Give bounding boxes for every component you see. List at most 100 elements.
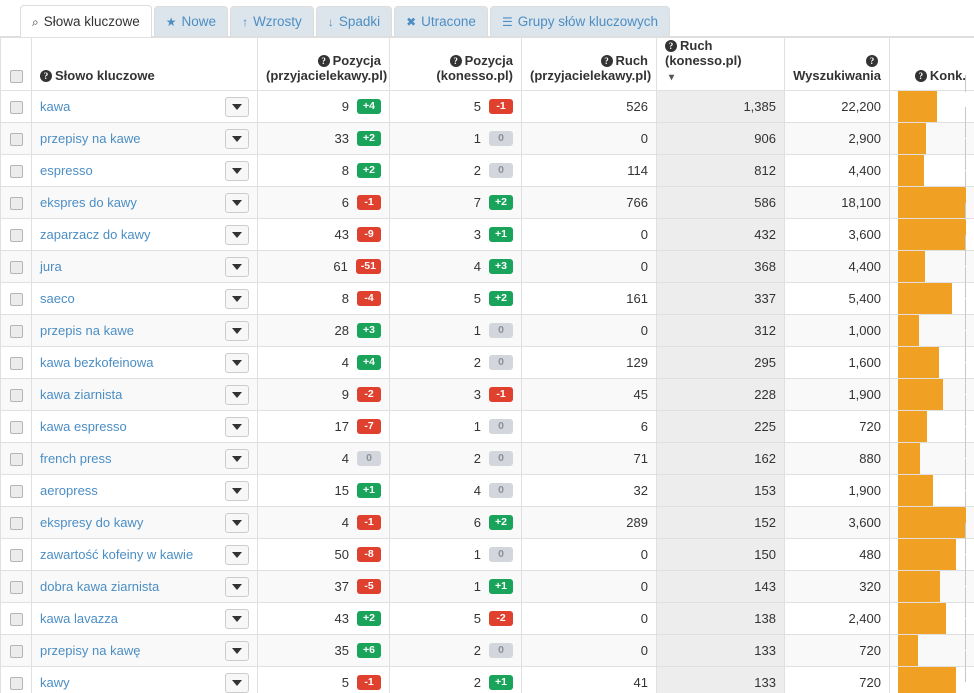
keyword-link[interactable]: kawa bezkofeinowa <box>40 355 153 370</box>
traffic-site-a-cell: 0 <box>522 539 657 571</box>
tab-utracone[interactable]: ✖Utracone <box>394 6 488 36</box>
tab-slowa-kluczowe[interactable]: ⌕Słowa kluczowe <box>20 5 152 37</box>
row-menu-button[interactable] <box>225 193 249 213</box>
keyword-link[interactable]: przepisy na kawę <box>40 643 140 658</box>
row-checkbox[interactable] <box>10 229 23 242</box>
row-menu-button[interactable] <box>225 673 249 693</box>
keyword-link[interactable]: ekspres do kawy <box>40 195 137 210</box>
row-menu-button[interactable] <box>225 609 249 629</box>
row-checkbox[interactable] <box>10 453 23 466</box>
keyword-link[interactable]: kawa espresso <box>40 419 127 434</box>
tab-spadki[interactable]: ↓Spadki <box>316 6 392 36</box>
row-checkbox[interactable] <box>10 677 23 690</box>
column-header-searches[interactable]: ?Wyszukiwania <box>785 38 890 91</box>
column-header-competition[interactable]: ?Konk. <box>890 38 974 91</box>
row-menu-button[interactable] <box>225 129 249 149</box>
row-checkbox[interactable] <box>10 101 23 114</box>
position-value: 37 <box>335 579 349 594</box>
row-menu-button[interactable] <box>225 385 249 405</box>
row-checkbox[interactable] <box>10 517 23 530</box>
keyword-link[interactable]: jura <box>40 259 62 274</box>
help-icon[interactable]: ? <box>601 55 613 67</box>
position-delta-badge: -1 <box>357 515 381 530</box>
row-checkbox[interactable] <box>10 613 23 626</box>
row-checkbox[interactable] <box>10 581 23 594</box>
column-header-traffic-site-b[interactable]: ?Ruch (konesso.pl)▾ <box>657 38 785 91</box>
row-menu-button[interactable] <box>225 481 249 501</box>
row-menu-button[interactable] <box>225 353 249 373</box>
row-menu-button[interactable] <box>225 513 249 533</box>
keyword-link[interactable]: aeropress <box>40 483 98 498</box>
row-menu-button[interactable] <box>225 641 249 661</box>
row-checkbox[interactable] <box>10 645 23 658</box>
keyword-link[interactable]: przepisy na kawe <box>40 131 140 146</box>
position-value: 3 <box>474 227 481 242</box>
keyword-link[interactable]: saeco <box>40 291 75 306</box>
row-checkbox[interactable] <box>10 325 23 338</box>
keyword-link[interactable]: french press <box>40 451 112 466</box>
keyword-link[interactable]: espresso <box>40 163 93 178</box>
row-menu-button[interactable] <box>225 545 249 565</box>
keyword-link[interactable]: kawa ziarnista <box>40 387 122 402</box>
keyword-link[interactable]: kawy <box>40 675 70 690</box>
help-icon[interactable]: ? <box>866 55 878 67</box>
keyword-link[interactable]: kawa <box>40 99 70 114</box>
keyword-link[interactable]: ekspresy do kawy <box>40 515 143 530</box>
keyword-link[interactable]: zawartość kofeiny w kawie <box>40 547 193 562</box>
row-checkbox[interactable] <box>10 549 23 562</box>
row-menu-button[interactable] <box>225 257 249 277</box>
row-select-cell <box>1 571 32 603</box>
position-value: 4 <box>474 259 481 274</box>
row-checkbox[interactable] <box>10 197 23 210</box>
row-menu-button[interactable] <box>225 289 249 309</box>
tab-wzrosty[interactable]: ↑Wzrosty <box>230 6 314 36</box>
row-menu-button[interactable] <box>225 417 249 437</box>
row-menu-button[interactable] <box>225 321 249 341</box>
row-menu-button[interactable] <box>225 449 249 469</box>
position-delta-badge: -9 <box>357 227 381 242</box>
row-menu-button[interactable] <box>225 161 249 181</box>
keyword-link[interactable]: zaparzacz do kawy <box>40 227 151 242</box>
row-checkbox[interactable] <box>10 133 23 146</box>
keywords-table: ?Słowo kluczowe ?Pozycja(przyjacielekawy… <box>0 37 974 693</box>
row-menu-button[interactable] <box>225 225 249 245</box>
row-checkbox[interactable] <box>10 165 23 178</box>
position-value: 5 <box>474 291 481 306</box>
position-site-b-cell: 1+1 <box>390 571 522 603</box>
select-all-checkbox[interactable] <box>10 70 23 83</box>
row-menu-button[interactable] <box>225 577 249 597</box>
keyword-link[interactable]: dobra kawa ziarnista <box>40 579 159 594</box>
column-header-traffic-site-a[interactable]: ?Ruch(przyjacielekawy.pl) <box>522 38 657 91</box>
caret-down-icon <box>232 648 242 654</box>
column-header-position-site-a[interactable]: ?Pozycja(przyjacielekawy.pl) <box>258 38 390 91</box>
help-icon[interactable]: ? <box>915 70 927 82</box>
row-checkbox[interactable] <box>10 485 23 498</box>
help-icon[interactable]: ? <box>450 55 462 67</box>
tab-grupy-slow-kluczowych[interactable]: ☰Grupy słów kluczowych <box>490 6 670 36</box>
keyword-link[interactable]: przepis na kawe <box>40 323 134 338</box>
help-icon[interactable]: ? <box>40 70 52 82</box>
column-header-position-site-b[interactable]: ?Pozycja(konesso.pl) <box>390 38 522 91</box>
row-menu-button[interactable] <box>225 97 249 117</box>
traffic-site-b-cell: 228 <box>657 379 785 411</box>
tab-label: Słowa kluczowe <box>44 15 140 29</box>
column-header-keyword[interactable]: ?Słowo kluczowe <box>32 38 258 91</box>
position-value: 61 <box>333 259 347 274</box>
row-checkbox[interactable] <box>10 357 23 370</box>
tab-label: Spadki <box>339 15 380 29</box>
keyword-link[interactable]: kawa lavazza <box>40 611 118 626</box>
position-site-a-cell: 15+1 <box>258 475 390 507</box>
row-select-cell <box>1 315 32 347</box>
row-checkbox[interactable] <box>10 389 23 402</box>
caret-down-icon <box>232 616 242 622</box>
row-checkbox[interactable] <box>10 293 23 306</box>
traffic-site-b-cell: 138 <box>657 603 785 635</box>
traffic-site-a-cell: 0 <box>522 123 657 155</box>
tab-nowe[interactable]: ★Nowe <box>154 6 228 36</box>
traffic-site-b-cell: 133 <box>657 635 785 667</box>
keyword-cell: aeropress <box>32 475 258 507</box>
row-checkbox[interactable] <box>10 261 23 274</box>
help-icon[interactable]: ? <box>318 55 330 67</box>
help-icon[interactable]: ? <box>665 40 677 52</box>
row-checkbox[interactable] <box>10 421 23 434</box>
